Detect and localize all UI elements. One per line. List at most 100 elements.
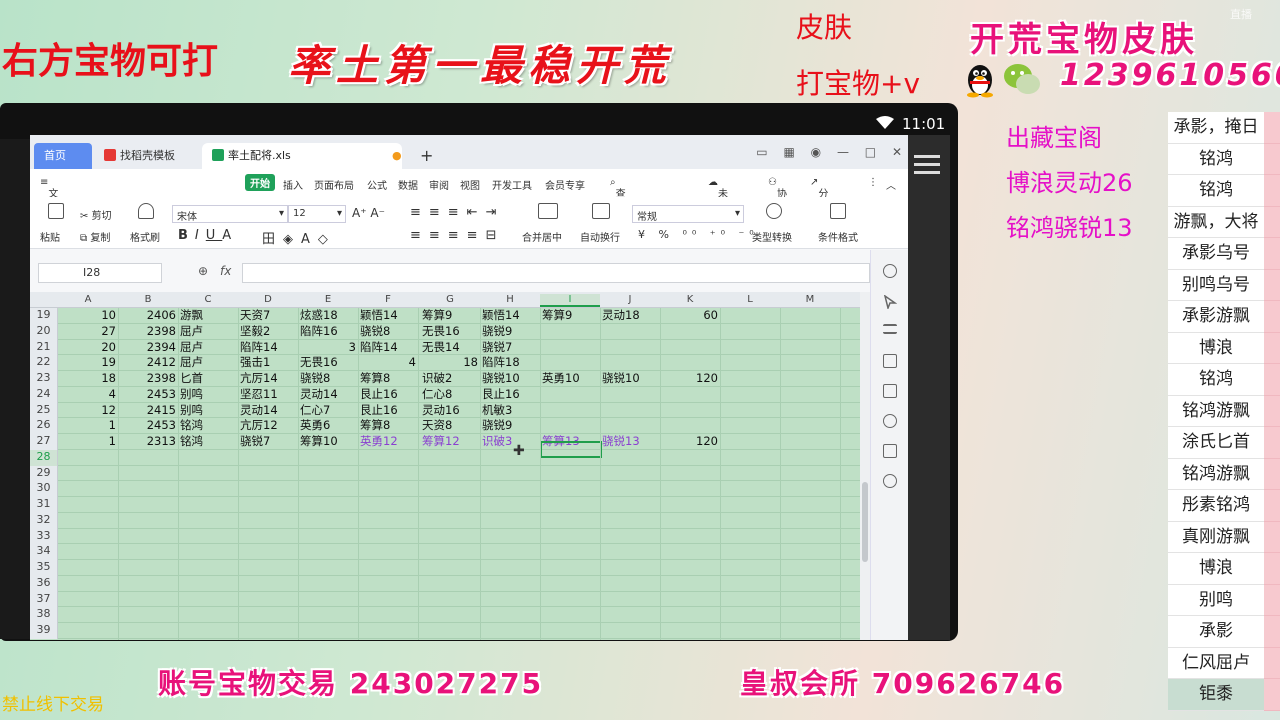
row-number[interactable]: 22	[30, 355, 58, 371]
number-format-select[interactable]: 常规 ▾	[632, 205, 744, 223]
cell-h22[interactable]: 陷阵18	[480, 355, 540, 370]
merge-button[interactable]: 合并居中	[522, 229, 562, 244]
menu-member[interactable]: 会员专享	[545, 177, 585, 192]
align-bottom-icons[interactable]: ≡≡≡≡⊟	[410, 228, 504, 243]
crop-icon[interactable]	[883, 354, 897, 368]
column-header-g[interactable]: G	[420, 294, 480, 305]
cell-a20[interactable]: 27	[58, 324, 118, 339]
wrap-button[interactable]: 自动换行	[580, 229, 620, 244]
cell-b25[interactable]: 2415	[118, 403, 178, 418]
cell-d25[interactable]: 灵动14	[238, 403, 298, 418]
cell-a25[interactable]: 12	[58, 403, 118, 418]
row-number[interactable]: 30	[30, 481, 58, 497]
row-number[interactable]: 26	[30, 418, 58, 434]
tab-template[interactable]: 找稻壳模板	[94, 143, 200, 169]
cell-e26[interactable]: 英勇6	[298, 418, 358, 433]
help-icon[interactable]	[883, 474, 897, 488]
menu-review[interactable]: 审阅	[429, 177, 449, 192]
column-header-f[interactable]: F	[358, 294, 418, 305]
row-number[interactable]: 27	[30, 434, 58, 450]
paste-icon[interactable]	[48, 203, 64, 219]
row-number[interactable]: 37	[30, 591, 58, 608]
row-number[interactable]: 35	[30, 560, 58, 576]
cell-b19[interactable]: 2406	[118, 308, 178, 323]
cell-d20[interactable]: 坚毅2	[238, 324, 298, 339]
font-name-select[interactable]: 宋体 ▾	[172, 205, 288, 223]
cell-a27[interactable]: 1	[58, 434, 118, 449]
maximize-icon[interactable]: □	[865, 145, 876, 159]
number-buttons[interactable]: ¥ % ⁰⁰ ⁺⁰ ⁻⁰	[638, 228, 759, 241]
border-fill-buttons[interactable]: 田◈A◇	[262, 228, 336, 247]
cell-f27[interactable]: 英勇12	[358, 434, 418, 449]
cond-format-button[interactable]: 条件格式	[818, 229, 858, 244]
cell-e24[interactable]: 灵动14	[298, 387, 358, 402]
menu-file[interactable]: ≡ 文件	[40, 177, 58, 215]
selected-cell[interactable]	[540, 441, 602, 458]
cell-f20[interactable]: 骁锐8	[358, 324, 418, 339]
format-painter-icon[interactable]	[138, 203, 154, 219]
cell-f24[interactable]: 艮止16	[358, 387, 418, 402]
pointer-icon[interactable]	[883, 294, 898, 311]
cond-format-icon[interactable]	[830, 203, 846, 219]
type-convert-button[interactable]: 类型转换	[752, 229, 792, 244]
menu-collab[interactable]: ⚇ 协作	[768, 177, 787, 215]
row-number[interactable]: 36	[30, 575, 58, 592]
layout-icon[interactable]: ▭	[756, 145, 767, 159]
cell-h25[interactable]: 机敏3	[480, 403, 540, 418]
row-number[interactable]: 23	[30, 371, 58, 387]
minimize-icon[interactable]: —	[837, 145, 849, 159]
cell-j27[interactable]: 骁锐13	[600, 434, 660, 449]
cell-c20[interactable]: 屈卢	[178, 324, 238, 339]
book-icon[interactable]	[883, 444, 897, 458]
row-number[interactable]: 38	[30, 607, 58, 623]
cell-b24[interactable]: 2453	[118, 387, 178, 402]
row-number[interactable]: 33	[30, 528, 58, 545]
cell-b27[interactable]: 2313	[118, 434, 178, 449]
more-icon[interactable]: ⋮	[868, 177, 878, 188]
column-header-b[interactable]: B	[118, 294, 178, 305]
row-number[interactable]: 24	[30, 386, 58, 403]
menu-cloud[interactable]: ☁ 未上云	[708, 177, 728, 230]
cell-g24[interactable]: 仁心8	[420, 387, 480, 402]
zoom-icon[interactable]: ⊕	[198, 264, 208, 278]
cell-d19[interactable]: 天资7	[238, 308, 298, 323]
cell-i19[interactable]: 筹算9	[540, 308, 600, 323]
command-search[interactable]: ⌕ 查找命令...	[610, 177, 635, 245]
cell-j23[interactable]: 骁锐10	[600, 371, 660, 386]
cell-c24[interactable]: 别鸣	[178, 387, 238, 402]
row-number[interactable]: 34	[30, 544, 58, 560]
name-box[interactable]: I28	[38, 263, 162, 283]
copy-button[interactable]: ⧉ 复制	[80, 229, 110, 244]
tab-spreadsheet[interactable]: 率土配将.xls ●	[202, 143, 402, 169]
paste-button[interactable]: 粘贴	[40, 229, 60, 244]
cell-h24[interactable]: 艮止16	[480, 387, 540, 402]
cell-g27[interactable]: 筹算12	[420, 434, 480, 449]
cell-g23[interactable]: 识破2	[420, 371, 480, 386]
scroll-thumb[interactable]	[862, 482, 868, 562]
cell-e19[interactable]: 炫惑18	[298, 308, 358, 323]
cell-f22-number[interactable]: 4	[358, 355, 418, 370]
cell-a26[interactable]: 1	[58, 418, 118, 433]
cell-d21[interactable]: 陷阵14	[238, 340, 298, 355]
cell-c19[interactable]: 游飘	[178, 308, 238, 323]
avatar[interactable]: ◉	[811, 145, 821, 159]
cut-button[interactable]: ✂ 剪切	[80, 207, 112, 222]
convert-icon[interactable]	[766, 203, 782, 219]
menu-share[interactable]: ↗ 分享	[810, 177, 828, 215]
font-size-select[interactable]: 12 ▾	[288, 205, 346, 223]
row-number[interactable]: 29	[30, 465, 58, 482]
new-tab-button[interactable]: +	[410, 143, 443, 169]
cell-f21[interactable]: 陷阵14	[358, 340, 418, 355]
cell-c21[interactable]: 屈卢	[178, 340, 238, 355]
row-number[interactable]: 28	[30, 449, 58, 466]
close-icon[interactable]: ✕	[892, 145, 902, 159]
row-number[interactable]: 39	[30, 623, 58, 639]
cell-i23[interactable]: 英勇10	[540, 371, 600, 386]
cell-b26[interactable]: 2453	[118, 418, 178, 433]
menu-page-layout[interactable]: 页面布局	[314, 177, 354, 192]
font-style-buttons[interactable]: BIUA	[178, 228, 238, 243]
cell-k23[interactable]: 120	[660, 371, 720, 386]
cell-e23[interactable]: 骁锐8	[298, 371, 358, 386]
column-header-j[interactable]: J	[600, 294, 660, 305]
row-number[interactable]: 25	[30, 402, 58, 419]
